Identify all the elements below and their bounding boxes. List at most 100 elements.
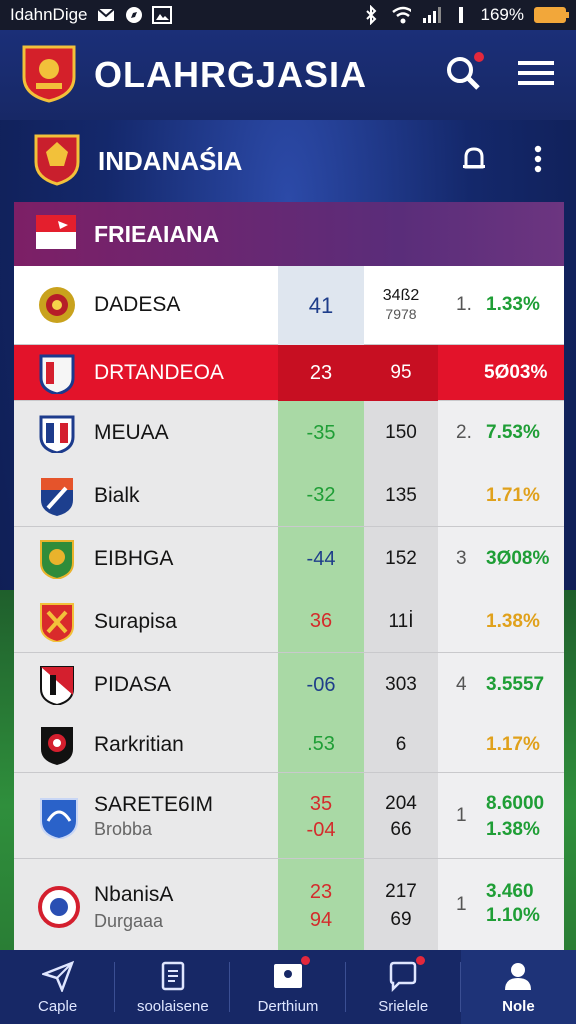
chat-icon (387, 955, 426, 992)
club-logo-icon (22, 43, 76, 108)
stat-a-bottom: -04 (306, 819, 336, 841)
nav-caple[interactable]: Caple (0, 950, 116, 1024)
inbox-icon (272, 955, 310, 992)
percentage: 1.33% (486, 294, 540, 315)
search-icon[interactable] (446, 51, 484, 95)
stat-b-bottom: 66 (390, 819, 412, 840)
nav-badge (416, 955, 426, 965)
standings-table: FRIEAIANA DADESA 41 34ß2 7978 1. 1.33% D… (14, 202, 564, 950)
signal-bar-icon (451, 5, 471, 25)
team-name: PIDASA (94, 673, 172, 696)
nav-label: soolaisene (136, 997, 209, 1015)
table-row[interactable]: Bialk -32 135 1.71% (14, 465, 564, 527)
team-crest-icon (38, 602, 76, 643)
stat-b: 303 (385, 674, 417, 695)
profile-icon (502, 960, 534, 992)
table-row[interactable]: EIBHGA -44 152 3 3Ø08% (14, 527, 564, 591)
flag-icon (36, 214, 76, 254)
nav-soolaisene[interactable]: soolaisene (115, 950, 231, 1024)
stat-b-top: 204 (385, 793, 417, 814)
table-row[interactable]: MEUAA -35 150 2. 7.53% (14, 401, 564, 465)
nav-label: Derthium (257, 997, 319, 1015)
team-crest-icon (38, 476, 76, 516)
league-crest-icon (34, 132, 80, 191)
table-row[interactable]: DADESA 41 34ß2 7978 1. 1.33% (14, 265, 564, 345)
team-crest-icon (38, 539, 76, 581)
table-row[interactable]: SARETE6IM Brobba 35 -04 204 66 1 8.6000 … (14, 773, 564, 859)
nav-srielele[interactable]: Srielele (346, 950, 461, 1024)
league-title: INDANAŚIA (98, 145, 243, 176)
team-crest-icon (38, 725, 76, 765)
percentage-top: 8.6000 (486, 793, 545, 814)
team-name: DRTANDEOA (94, 360, 224, 384)
percentage: 5Ø03% (484, 361, 548, 383)
battery-icon (534, 7, 569, 23)
table-row[interactable]: DRTANDEOA 23 95 5Ø03% (14, 344, 564, 401)
rank: 3 (456, 548, 467, 569)
team-name: NbanisA (94, 883, 174, 906)
stat-a: -06 (306, 673, 336, 696)
stat-b: 6 (395, 733, 407, 755)
more-options-icon[interactable] (534, 145, 542, 178)
nav-nole[interactable]: Nole (460, 950, 576, 1024)
percentage-bottom: 1.10% (486, 905, 540, 926)
notification-icon[interactable] (460, 145, 488, 178)
group-header: FRIEAIANA (14, 202, 564, 266)
team-crest-icon (38, 795, 78, 841)
stat-b: 135 (385, 484, 417, 506)
table-row[interactable]: Surapisa 36 11İ 1.38% (14, 591, 564, 653)
wifi-icon (391, 5, 411, 25)
nav-badge (301, 955, 310, 965)
stat-a: -35 (306, 421, 336, 444)
rank: 1 (456, 893, 467, 915)
carrier-label: IdahnDige (10, 5, 88, 24)
team-name: EIBHGA (94, 547, 174, 570)
team-name: DADESA (94, 293, 181, 316)
hamburger-menu-icon[interactable] (518, 59, 554, 92)
team-name: Rarkritian (94, 732, 184, 756)
percentage: 1.71% (486, 484, 540, 506)
team-crest-icon (38, 665, 76, 707)
team-name: Surapisa (94, 609, 177, 633)
team-name: MEUAA (94, 421, 169, 444)
percentage: 1.38% (486, 610, 540, 632)
rank: 2. (456, 422, 472, 443)
signal-icon (421, 5, 441, 25)
stat-b-bottom: 69 (390, 909, 412, 930)
stat-b-top: 217 (385, 881, 417, 902)
percentage: 3Ø08% (486, 548, 550, 569)
percentage: 7.53% (486, 422, 540, 443)
stat-a: -44 (306, 547, 336, 570)
stat-a: 23 (278, 344, 364, 401)
team-crest-icon (38, 354, 76, 396)
rank: 1 (456, 804, 467, 826)
table-row[interactable]: PIDASA -06 303 4 3.5557 (14, 653, 564, 717)
app-header: OLAHRGJASIA (0, 30, 576, 120)
bottom-navigation: Caple soolaisene Derthium Srielele Nole (0, 950, 576, 1024)
percentage-top: 3.460 (486, 881, 534, 902)
team-crest-icon (38, 885, 80, 928)
notification-dot (474, 51, 484, 62)
percentage: 3.5557 (486, 674, 545, 695)
paper-plane-icon (39, 960, 74, 993)
nav-label: Srielele (378, 997, 429, 1015)
league-header: INDANAŚIA (14, 120, 562, 202)
gallery-icon (151, 5, 172, 25)
table-row[interactable]: Rarkritian .53 6 1.17% (14, 717, 564, 773)
team-subname: Brobba (94, 819, 153, 839)
stat-a-bottom: 94 (309, 909, 333, 931)
stat-a-top: 23 (309, 881, 333, 903)
stat-b: 152 (385, 548, 417, 569)
nav-label: Nole (502, 997, 535, 1015)
stat-b: 150 (385, 422, 417, 443)
rank: 4 (456, 674, 467, 695)
nav-label: Caple (38, 997, 78, 1015)
app-title: OLAHRGJASIA (94, 54, 368, 95)
nav-derthium[interactable]: Derthium (230, 950, 346, 1024)
percentage-bottom: 1.38% (486, 819, 540, 840)
status-bar: IdahnDige 169% (0, 0, 576, 30)
battery-percent: 169% (480, 5, 524, 24)
table-row[interactable]: NbanisA Durgaaa 23 94 217 69 1 3.460 1.1… (14, 859, 564, 950)
rank: 1. (456, 294, 472, 315)
stat-a-top: 35 (309, 793, 333, 815)
